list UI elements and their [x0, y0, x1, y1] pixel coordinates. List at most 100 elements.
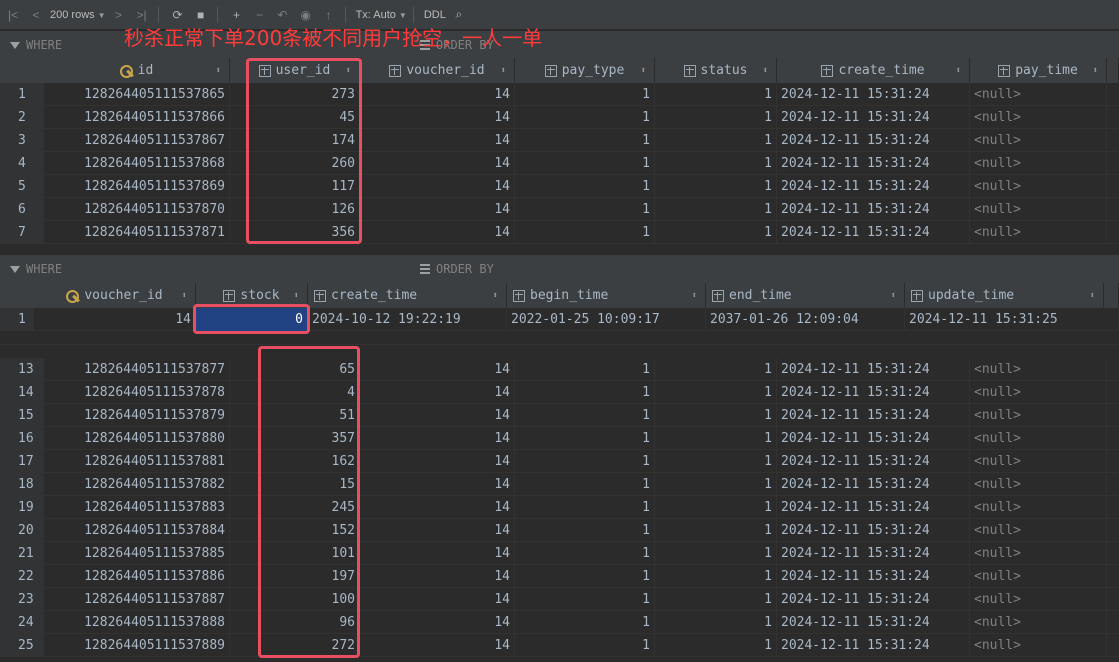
table-cell[interactable]: 2024-12-11 15:31:24: [777, 634, 970, 657]
sort-arrows-icon[interactable]: ⬍: [891, 291, 896, 301]
column-header-update-time[interactable]: update_time ⬍: [905, 283, 1104, 308]
table-cell[interactable]: 128264405111537870: [44, 198, 230, 221]
sort-arrows-icon[interactable]: ⬍: [763, 66, 768, 76]
table-cell[interactable]: 2024-12-11 15:31:24: [777, 496, 970, 519]
table-cell[interactable]: 1: [515, 221, 655, 244]
first-page-icon[interactable]: |<: [3, 5, 23, 25]
table-cell[interactable]: <null>: [970, 611, 1107, 634]
table-cell[interactable]: 2022-01-25 10:09:17: [507, 308, 706, 331]
table-cell[interactable]: 2024-12-11 15:31:24: [777, 358, 970, 381]
table-cell[interactable]: 1: [655, 198, 777, 221]
table-cell[interactable]: 14: [360, 106, 515, 129]
table-cell[interactable]: 14: [360, 427, 515, 450]
table-cell[interactable]: 2037-01-26 12:09:04: [706, 308, 905, 331]
table-cell[interactable]: 128264405111537887: [44, 588, 230, 611]
table-cell[interactable]: 1: [515, 175, 655, 198]
table-cell[interactable]: <null>: [970, 634, 1107, 657]
table-cell[interactable]: 245: [230, 496, 360, 519]
table-cell[interactable]: 1: [515, 496, 655, 519]
table-cell[interactable]: <null>: [970, 542, 1107, 565]
tx-mode-dropdown[interactable]: Tx: Auto ▼: [356, 9, 407, 21]
table-cell[interactable]: 128264405111537866: [44, 106, 230, 129]
table-cell[interactable]: 1: [515, 519, 655, 542]
table-cell[interactable]: 272: [230, 634, 360, 657]
table-cell[interactable]: 1: [515, 404, 655, 427]
table-cell[interactable]: 14: [360, 175, 515, 198]
table-cell[interactable]: 1: [515, 473, 655, 496]
table-cell[interactable]: 14: [360, 634, 515, 657]
table-cell[interactable]: 1: [655, 634, 777, 657]
table-cell[interactable]: 357: [230, 427, 360, 450]
table-cell[interactable]: 128264405111537884: [44, 519, 230, 542]
sort-arrows-icon[interactable]: ⬍: [216, 66, 221, 76]
table-cell[interactable]: <null>: [970, 175, 1107, 198]
table-cell[interactable]: 14: [360, 542, 515, 565]
page-size-dropdown[interactable]: 200 rows ▼: [50, 9, 106, 21]
table-cell[interactable]: <null>: [970, 450, 1107, 473]
table-cell[interactable]: 128264405111537889: [44, 634, 230, 657]
table-cell[interactable]: 128264405111537868: [44, 152, 230, 175]
column-header-id[interactable]: id ⬍: [44, 58, 230, 83]
table-cell[interactable]: 197: [230, 565, 360, 588]
table-cell[interactable]: 1: [655, 519, 777, 542]
table-cell[interactable]: 14: [360, 450, 515, 473]
table-cell[interactable]: 1: [515, 358, 655, 381]
table-cell[interactable]: 14: [360, 519, 515, 542]
table-cell[interactable]: 2024-12-11 15:31:24: [777, 473, 970, 496]
sort-arrows-icon[interactable]: ⬍: [493, 291, 498, 301]
sort-arrows-icon[interactable]: ⬍: [1093, 66, 1098, 76]
table-cell[interactable]: 128264405111537886: [44, 565, 230, 588]
table-cell[interactable]: 2024-12-11 15:31:24: [777, 83, 970, 106]
table-cell[interactable]: <null>: [970, 106, 1107, 129]
table-cell[interactable]: 128264405111537877: [44, 358, 230, 381]
table-cell[interactable]: 2024-12-11 15:31:24: [777, 427, 970, 450]
table-cell[interactable]: 128264405111537878: [44, 381, 230, 404]
table-cell[interactable]: 356: [230, 221, 360, 244]
table-cell[interactable]: <null>: [970, 588, 1107, 611]
table-cell[interactable]: 15: [230, 473, 360, 496]
column-header-voucher-id[interactable]: voucher_id ⬍: [34, 283, 196, 308]
table-cell[interactable]: 2024-12-11 15:31:24: [777, 611, 970, 634]
column-header-begin-time[interactable]: begin_time ⬍: [507, 283, 706, 308]
sort-arrows-icon[interactable]: ⬍: [346, 66, 351, 76]
table-cell[interactable]: 96: [230, 611, 360, 634]
where-filter-input[interactable]: WHERE: [26, 262, 62, 276]
table-cell[interactable]: 1: [655, 427, 777, 450]
column-header-create-time[interactable]: create_time ⬍: [777, 58, 970, 83]
table-cell[interactable]: 2024-12-11 15:31:25: [905, 308, 1119, 331]
table-cell[interactable]: 1: [515, 152, 655, 175]
table-cell[interactable]: 14: [360, 611, 515, 634]
table-cell[interactable]: 1: [515, 611, 655, 634]
table-cell[interactable]: 14: [360, 83, 515, 106]
table-cell[interactable]: 2024-12-11 15:31:24: [777, 221, 970, 244]
table-cell[interactable]: <null>: [970, 404, 1107, 427]
table-cell[interactable]: 2024-12-11 15:31:24: [777, 175, 970, 198]
table-cell[interactable]: 1: [655, 358, 777, 381]
table-cell[interactable]: 2024-12-11 15:31:24: [777, 404, 970, 427]
table-cell[interactable]: 14: [360, 358, 515, 381]
column-header-create-time[interactable]: create_time ⬍: [308, 283, 507, 308]
table-cell[interactable]: <null>: [970, 152, 1107, 175]
table-cell[interactable]: 1: [655, 381, 777, 404]
column-header-status[interactable]: status ⬍: [655, 58, 777, 83]
table-cell[interactable]: 14: [360, 496, 515, 519]
table-cell[interactable]: 1: [655, 404, 777, 427]
table-cell[interactable]: 1: [515, 542, 655, 565]
table-cell[interactable]: 45: [230, 106, 360, 129]
table-cell[interactable]: 0: [196, 308, 308, 331]
table-cell[interactable]: 1: [515, 106, 655, 129]
table-cell[interactable]: 1: [655, 588, 777, 611]
table-cell[interactable]: 65: [230, 358, 360, 381]
sort-arrows-icon[interactable]: ⬍: [182, 291, 187, 301]
table-cell[interactable]: 1: [655, 565, 777, 588]
table-cell[interactable]: 1: [655, 542, 777, 565]
table-cell[interactable]: <null>: [970, 473, 1107, 496]
table-cell[interactable]: 128264405111537883: [44, 496, 230, 519]
sort-arrows-icon[interactable]: ⬍: [692, 291, 697, 301]
table-cell[interactable]: 1: [655, 106, 777, 129]
table-cell[interactable]: 128264405111537881: [44, 450, 230, 473]
table-cell[interactable]: 14: [360, 588, 515, 611]
column-header-pay-time[interactable]: pay_time ⬍: [970, 58, 1107, 83]
table-cell[interactable]: 128264405111537882: [44, 473, 230, 496]
table-cell[interactable]: 2024-12-11 15:31:24: [777, 588, 970, 611]
